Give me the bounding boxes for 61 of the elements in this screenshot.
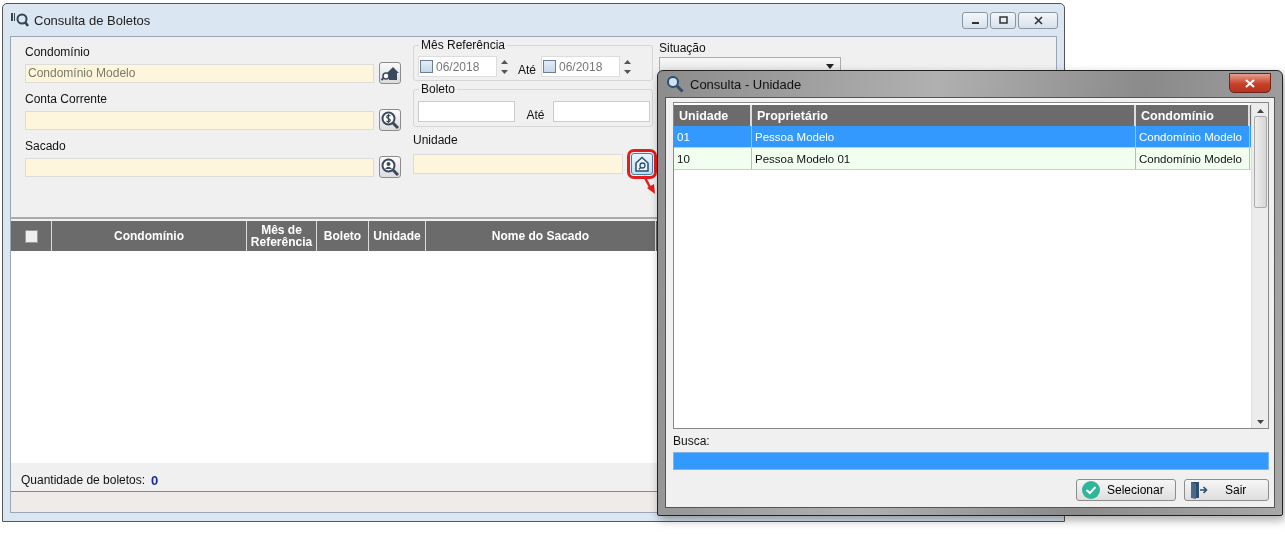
lookup-button[interactable] [379,156,401,178]
boleto-to-field[interactable] [552,100,650,122]
conta-corrente-field[interactable] [25,110,374,130]
table-cell: 10 [677,152,690,165]
scroll-down-icon[interactable] [1256,420,1264,424]
field-label: Sacado [25,139,67,154]
column-header[interactable]: Proprietário [757,108,828,123]
date-picker[interactable]: 06/2018 [541,56,620,77]
group-legend: Mês Referência [419,39,508,52]
scrollbar[interactable] [1251,103,1268,428]
maximize-button[interactable] [990,12,1016,29]
table-cell: Pessoa Modelo 01 [755,152,851,165]
search-icon [666,75,684,93]
close-button[interactable] [1018,12,1058,29]
dialog-button[interactable]: Selecionar [1076,479,1176,501]
column-header[interactable]: Unidade [679,108,729,123]
close-icon [1245,78,1255,88]
search-label: Busca: [673,434,711,449]
column-header[interactable]: Unidade [373,230,421,242]
field-label: Condomínio [25,45,91,60]
select-all-checkbox[interactable] [24,229,38,243]
column-header[interactable]: Condomínio [1141,108,1214,123]
scroll-up-icon[interactable] [1256,109,1264,113]
barcode-magnifier-icon [11,12,29,28]
arrow-annotation [642,174,658,196]
date-picker[interactable]: 06/2018 [418,56,497,77]
boleto-from-field[interactable] [418,100,516,122]
check-icon [1081,480,1101,500]
unidade-field[interactable] [413,154,623,174]
close-icon [1033,16,1043,25]
table-cell: Pessoa Modelo [755,130,835,143]
table-cell: Condomínio Modelo [1139,130,1242,143]
maximize-icon [998,16,1008,25]
exit-door-icon [1189,480,1209,500]
lookup-button[interactable] [379,109,401,131]
count-label: Quantidade de boletos: [21,473,146,487]
lookup-button[interactable] [379,62,401,84]
field-label: Situação [659,41,707,56]
search-field[interactable] [673,452,1269,470]
column-header[interactable]: Mês de Referência [247,224,316,248]
field-label: Conta Corrente [25,92,109,107]
close-button[interactable] [1229,73,1271,93]
scroll-thumb[interactable] [1253,116,1267,208]
column-header[interactable]: Boleto [323,230,362,242]
field-label: Unidade [413,133,459,148]
grid-row[interactable]: 01 Pessoa Modelo Condomínio Modelo [674,126,1251,148]
column-header[interactable]: Nome do Sacado [491,230,590,242]
condominio-field[interactable]: Condomínio Modelo [25,63,374,83]
until-label: Até [518,62,536,77]
sacado-field[interactable] [25,157,374,177]
count-value: 0 [151,472,159,488]
column-header[interactable]: Condomínio [114,230,184,242]
window-title: Consulta de Boletos [34,12,152,28]
table-cell: 01 [677,130,690,143]
grid-row[interactable]: 10 Pessoa Modelo 01 Condomínio Modelo [674,148,1251,170]
table-cell: Condomínio Modelo [1139,152,1242,165]
minimize-button[interactable] [962,12,988,29]
until-label: Até [526,108,545,122]
dialog-button[interactable]: Sair [1184,479,1269,501]
group-legend: Boleto [419,83,458,96]
dialog-title: Consulta - Unidade [690,76,802,92]
